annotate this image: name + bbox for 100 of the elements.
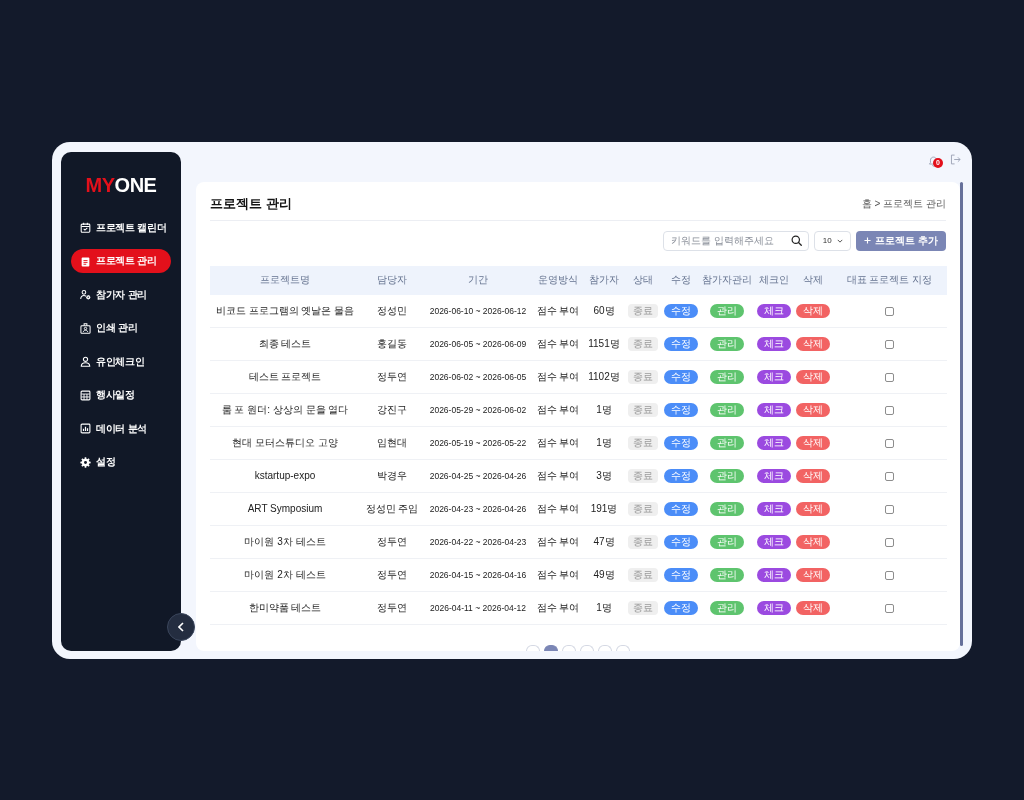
table-cell: 2026-04-25 ~ 2026-04-26 bbox=[424, 459, 532, 492]
edit-button[interactable]: 수정 bbox=[664, 600, 698, 615]
table-cell: 점수 부여 bbox=[532, 360, 584, 393]
check-in-button[interactable]: 체크 bbox=[757, 336, 791, 351]
plus-icon bbox=[864, 237, 872, 244]
featured-checkbox[interactable] bbox=[885, 306, 894, 316]
check-in-button[interactable]: 체크 bbox=[757, 534, 791, 549]
nav-item[interactable]: 행사일정 bbox=[71, 383, 171, 407]
edit-button[interactable]: 수정 bbox=[664, 336, 698, 351]
table-cell: 정성민 주임 bbox=[360, 492, 424, 525]
logout-button[interactable] bbox=[950, 152, 961, 165]
edit-button[interactable]: 수정 bbox=[664, 402, 698, 417]
edit-button[interactable]: 수정 bbox=[664, 303, 698, 318]
check-in-button[interactable]: 체크 bbox=[757, 600, 791, 615]
table-cell: 49명 bbox=[584, 558, 624, 591]
delete-button[interactable]: 삭제 bbox=[796, 402, 830, 417]
check-in-button[interactable]: 체크 bbox=[757, 468, 791, 483]
featured-checkbox[interactable] bbox=[885, 471, 894, 481]
delete-button[interactable]: 삭제 bbox=[796, 336, 830, 351]
manage-button[interactable]: 관리 bbox=[710, 336, 744, 351]
add-project-button[interactable]: 프로젝트 추가 bbox=[856, 230, 946, 251]
delete-button[interactable]: 삭제 bbox=[796, 435, 830, 450]
manage-button[interactable]: 관리 bbox=[710, 567, 744, 582]
table-cell: 1명 bbox=[584, 393, 624, 426]
table-cell: 2026-06-05 ~ 2026-06-09 bbox=[424, 327, 532, 360]
featured-checkbox[interactable] bbox=[885, 438, 894, 448]
edit-button[interactable]: 수정 bbox=[664, 435, 698, 450]
delete-button[interactable]: 삭제 bbox=[796, 468, 830, 483]
table-cell: 2026-05-19 ~ 2026-05-22 bbox=[424, 426, 532, 459]
check-in-button[interactable]: 체크 bbox=[757, 435, 791, 450]
edit-button[interactable]: 수정 bbox=[664, 468, 698, 483]
table-cell: 점수 부여 bbox=[532, 558, 584, 591]
column-header: 기간 bbox=[424, 265, 532, 295]
page-size-select[interactable]: 10 bbox=[814, 230, 852, 251]
logo: MYONE bbox=[85, 173, 157, 196]
manage-button[interactable]: 관리 bbox=[710, 369, 744, 384]
edit-button[interactable]: 수정 bbox=[664, 501, 698, 516]
nav-item[interactable]: 데이터 분석 bbox=[71, 416, 171, 441]
featured-checkbox[interactable] bbox=[885, 372, 894, 382]
logout-icon bbox=[950, 153, 961, 165]
featured-checkbox[interactable] bbox=[885, 603, 894, 613]
featured-checkbox[interactable] bbox=[885, 504, 894, 514]
status-badge: 종료 bbox=[628, 369, 658, 384]
page-button[interactable] bbox=[544, 644, 558, 651]
featured-checkbox[interactable] bbox=[885, 570, 894, 580]
breadcrumb: 홈 > 프로젝트 관리 bbox=[861, 196, 946, 211]
check-in-button[interactable]: 체크 bbox=[757, 501, 791, 516]
delete-button[interactable]: 삭제 bbox=[796, 600, 830, 615]
table-cell: 2026-05-29 ~ 2026-06-02 bbox=[424, 393, 532, 426]
page-title: 프로젝트 관리 bbox=[210, 195, 292, 212]
delete-button[interactable]: 삭제 bbox=[796, 534, 830, 549]
manage-button[interactable]: 관리 bbox=[710, 303, 744, 318]
table-cell: 점수 부여 bbox=[532, 294, 584, 327]
manage-button[interactable]: 관리 bbox=[710, 402, 744, 417]
delete-button[interactable]: 삭제 bbox=[796, 303, 830, 318]
status-badge: 종료 bbox=[628, 534, 658, 549]
scrollbar-thumb[interactable] bbox=[960, 181, 963, 646]
bar-chart-icon bbox=[80, 423, 91, 434]
nav-item[interactable]: 프로젝트 캘린더 bbox=[71, 215, 171, 240]
edit-button[interactable]: 수정 bbox=[664, 369, 698, 384]
user-gear-icon bbox=[80, 289, 91, 300]
status-badge: 종료 bbox=[628, 600, 658, 615]
featured-checkbox[interactable] bbox=[885, 405, 894, 415]
nav-item[interactable]: 참가자 관리 bbox=[71, 282, 171, 307]
table-cell: 점수 부여 bbox=[532, 591, 584, 624]
nav-item[interactable]: 설정 bbox=[71, 450, 171, 474]
column-header: 수정 bbox=[662, 265, 700, 295]
user-icon bbox=[80, 356, 91, 367]
search-field[interactable]: 키워드를 입력해주세요 bbox=[663, 230, 810, 251]
table-cell: 임현대 bbox=[360, 426, 424, 459]
edit-button[interactable]: 수정 bbox=[664, 534, 698, 549]
nav-item[interactable]: 유인체크인 bbox=[71, 349, 171, 374]
table-cell: 3명 bbox=[584, 459, 624, 492]
manage-button[interactable]: 관리 bbox=[710, 534, 744, 549]
manage-button[interactable]: 관리 bbox=[710, 600, 744, 615]
manage-button[interactable]: 관리 bbox=[710, 501, 744, 516]
status-badge: 종료 bbox=[628, 468, 658, 483]
check-in-button[interactable]: 체크 bbox=[757, 303, 791, 318]
edit-button[interactable]: 수정 bbox=[664, 567, 698, 582]
delete-button[interactable]: 삭제 bbox=[796, 501, 830, 516]
clipboard-icon bbox=[80, 255, 91, 267]
search-icon bbox=[791, 235, 803, 246]
table-cell: 1151명 bbox=[584, 327, 624, 360]
manage-button[interactable]: 관리 bbox=[710, 435, 744, 450]
chevron-left-icon bbox=[178, 621, 184, 632]
featured-checkbox[interactable] bbox=[885, 339, 894, 349]
column-header: 참가자 bbox=[584, 265, 624, 295]
delete-button[interactable]: 삭제 bbox=[796, 369, 830, 384]
nav-item[interactable]: 인쇄 관리 bbox=[71, 316, 171, 340]
delete-button[interactable]: 삭제 bbox=[796, 567, 830, 582]
check-in-button[interactable]: 체크 bbox=[757, 402, 791, 417]
table-cell: 마이원 3차 테스트 bbox=[210, 525, 360, 558]
table-cell: 점수 부여 bbox=[532, 459, 584, 492]
table-cell: 룸 포 원더: 상상의 문을 열다 bbox=[210, 393, 360, 426]
nav-item[interactable]: 프로젝트 관리 bbox=[71, 249, 171, 273]
check-in-button[interactable]: 체크 bbox=[757, 567, 791, 582]
manage-button[interactable]: 관리 bbox=[710, 468, 744, 483]
featured-checkbox[interactable] bbox=[885, 537, 894, 547]
check-in-button[interactable]: 체크 bbox=[757, 369, 791, 384]
table-cell: 정두연 bbox=[360, 525, 424, 558]
